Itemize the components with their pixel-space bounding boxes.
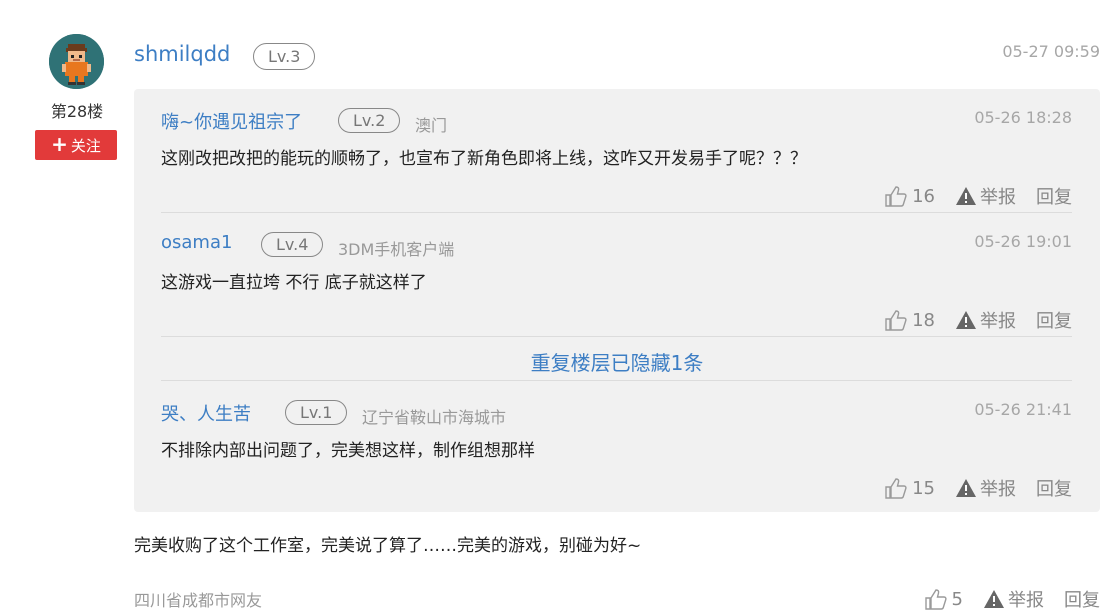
reply-level-badge: Lv.2 bbox=[338, 108, 401, 133]
reply-time: 05-26 21:41 bbox=[974, 400, 1072, 419]
thumbs-up-icon bbox=[885, 309, 907, 331]
like-button[interactable]: 18 bbox=[885, 310, 935, 331]
thumbs-up-icon bbox=[885, 477, 907, 499]
warning-icon bbox=[984, 590, 1004, 608]
thumbs-up-icon bbox=[885, 185, 907, 207]
reply-username[interactable]: 哭、人生苦 bbox=[161, 400, 251, 426]
replies-panel: 嗨~你遇见祖宗了 Lv.2 澳门 05-26 18:28 这刚改把改把的能玩的顺… bbox=[134, 89, 1100, 512]
avatar[interactable] bbox=[49, 34, 104, 89]
warning-icon bbox=[956, 479, 976, 497]
reply-text: 不排除内部出问题了，完美想这样，制作组想那样 bbox=[161, 441, 535, 461]
reply-location: 辽宁省鞍山市海城市 bbox=[362, 408, 507, 427]
post-time: 05-27 09:59 bbox=[1002, 42, 1100, 61]
follow-button[interactable]: + 关注 bbox=[35, 130, 117, 160]
reply-button[interactable]: 回复 bbox=[1036, 307, 1072, 333]
divider bbox=[161, 336, 1072, 337]
report-button[interactable]: 举报 bbox=[955, 475, 1016, 501]
plus-icon: + bbox=[51, 132, 68, 156]
reply-text: 这刚改把改把的能玩的顺畅了，也宣布了新角色即将上线，这咋又开发易手了呢？？？ bbox=[161, 149, 807, 169]
thumbs-up-icon bbox=[924, 588, 947, 610]
like-count: 16 bbox=[912, 185, 935, 207]
like-count: 5 bbox=[951, 588, 963, 610]
report-button[interactable]: 举报 bbox=[955, 183, 1016, 209]
like-button[interactable]: 15 bbox=[885, 478, 935, 499]
post-username[interactable]: shmilqdd bbox=[134, 42, 230, 66]
reply-button[interactable]: 回复 bbox=[1064, 586, 1100, 612]
reply-button[interactable]: 回复 bbox=[1036, 183, 1072, 209]
warning-icon bbox=[956, 311, 976, 329]
post-actions: 5 举报 回复 bbox=[924, 586, 1100, 612]
warning-icon bbox=[956, 187, 976, 205]
reply-level-badge: Lv.4 bbox=[261, 232, 324, 257]
post-text: 完美收购了这个工作室，完美说了算了……完美的游戏，别碰为好~ bbox=[134, 536, 642, 556]
like-count: 15 bbox=[912, 477, 935, 499]
report-button[interactable]: 举报 bbox=[983, 586, 1044, 612]
post-level-badge: Lv.3 bbox=[253, 43, 316, 70]
reply-level-badge: Lv.1 bbox=[285, 400, 348, 425]
reply-location: 3DM手机客户端 bbox=[338, 240, 455, 259]
hidden-floors-toggle[interactable]: 重复楼层已隐藏1条 bbox=[134, 347, 1100, 376]
reply-actions: 18 举报 回复 bbox=[885, 307, 1072, 333]
reply-actions: 16 举报 回复 bbox=[885, 183, 1072, 209]
like-button[interactable]: 5 bbox=[924, 588, 963, 610]
like-count: 18 bbox=[912, 309, 935, 331]
like-button[interactable]: 16 bbox=[885, 186, 935, 207]
pixel-character-icon bbox=[49, 34, 104, 89]
reply-location: 澳门 bbox=[415, 116, 448, 135]
report-label: 举报 bbox=[980, 187, 1016, 208]
floor-number: 第28楼 bbox=[50, 102, 104, 121]
report-label: 举报 bbox=[980, 479, 1016, 500]
report-button[interactable]: 举报 bbox=[955, 307, 1016, 333]
reply-button[interactable]: 回复 bbox=[1036, 475, 1072, 501]
reply-username[interactable]: 嗨~你遇见祖宗了 bbox=[161, 108, 302, 134]
post-location: 四川省成都市网友 bbox=[134, 591, 263, 610]
reply-time: 05-26 18:28 bbox=[974, 108, 1072, 127]
follow-label: 关注 bbox=[70, 136, 101, 155]
reply-username[interactable]: osama1 bbox=[161, 232, 232, 253]
reply-time: 05-26 19:01 bbox=[974, 232, 1072, 251]
report-label: 举报 bbox=[980, 311, 1016, 332]
reply-actions: 15 举报 回复 bbox=[885, 475, 1072, 501]
report-label: 举报 bbox=[1008, 590, 1044, 611]
reply-text: 这游戏一直拉垮 不行 底子就这样了 bbox=[161, 273, 427, 293]
divider bbox=[161, 212, 1072, 213]
divider bbox=[161, 380, 1072, 381]
